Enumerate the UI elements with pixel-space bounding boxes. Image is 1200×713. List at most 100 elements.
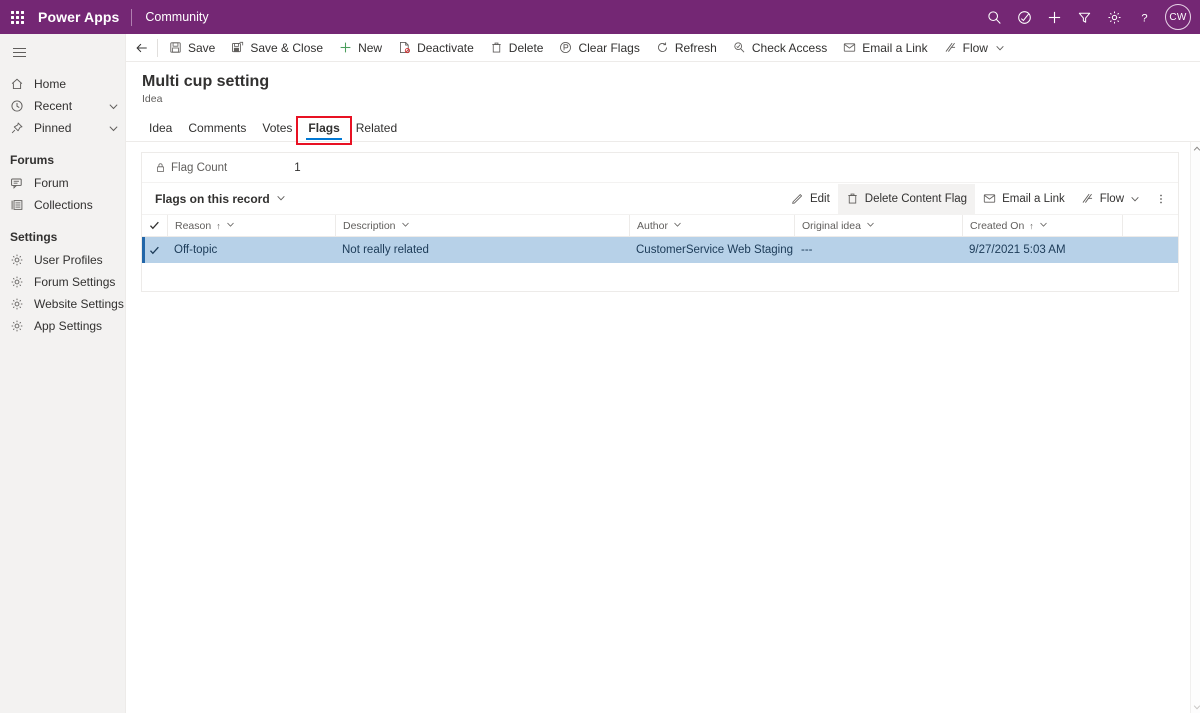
delete-button[interactable]: Delete xyxy=(482,35,552,61)
deactivate-button[interactable]: Deactivate xyxy=(390,35,482,61)
email-link-icon xyxy=(983,192,996,205)
hamburger-menu-icon[interactable] xyxy=(2,36,36,68)
check-access-icon xyxy=(733,41,746,54)
sort-ascending-icon: ↑ xyxy=(216,220,221,231)
sidebar-item-recent[interactable]: Recent xyxy=(0,95,125,117)
gear-icon xyxy=(9,318,25,334)
app-launcher-icon[interactable] xyxy=(0,0,34,34)
email-a-link-button[interactable]: Email a Link xyxy=(835,35,935,61)
column-header-label: Reason xyxy=(175,219,212,232)
sidebar-item-app-settings[interactable]: App Settings xyxy=(0,315,125,337)
vertical-scrollbar[interactable] xyxy=(1190,142,1200,713)
sidebar-group-forums-title: Forums xyxy=(10,153,55,167)
sidebar-item-home[interactable]: Home xyxy=(0,73,125,95)
delete-content-flag-label: Delete Content Flag xyxy=(864,192,968,205)
chevron-down-icon[interactable] xyxy=(995,43,1005,53)
chevron-down-icon[interactable] xyxy=(673,220,682,232)
row-checkbox[interactable] xyxy=(142,245,167,256)
avatar[interactable]: CW xyxy=(1165,4,1191,30)
back-arrow-icon[interactable] xyxy=(128,35,156,61)
chevron-down-icon[interactable] xyxy=(866,220,875,232)
app-title[interactable]: Community xyxy=(145,10,208,24)
grid-email-a-link-button[interactable]: Email a Link xyxy=(975,184,1073,214)
brand-title[interactable]: Power Apps xyxy=(38,9,119,25)
add-icon xyxy=(339,41,352,54)
save-close-icon xyxy=(231,41,244,54)
clear-flags-button[interactable]: Clear Flags xyxy=(551,35,647,61)
new-button[interactable]: New xyxy=(331,35,390,61)
delete-content-flag-button[interactable]: Delete Content Flag xyxy=(837,183,976,214)
chevron-down-icon[interactable] xyxy=(226,220,235,232)
flow-check-icon[interactable] xyxy=(1009,0,1039,34)
lock-icon xyxy=(155,162,166,173)
column-header-description[interactable]: Description xyxy=(335,214,629,237)
grid-flow-button[interactable]: Flow xyxy=(1073,184,1148,214)
scroll-down-icon[interactable] xyxy=(1191,700,1200,713)
trash-icon xyxy=(846,192,859,205)
column-header-created-on[interactable]: Created On ↑ xyxy=(962,214,1122,237)
flow-button-label: Flow xyxy=(962,40,988,55)
add-icon[interactable] xyxy=(1039,0,1069,34)
chevron-down-icon[interactable] xyxy=(1130,194,1140,204)
top-brand-bar: Power Apps Community ? CW xyxy=(0,0,1200,34)
tab-idea[interactable]: Idea xyxy=(141,121,180,141)
column-header-reason[interactable]: Reason ↑ xyxy=(167,214,335,237)
flow-button[interactable]: Flow xyxy=(936,35,1013,61)
sidebar-item-label: Collections xyxy=(34,198,93,212)
table-row[interactable]: Off-topic Not really related CustomerSer… xyxy=(142,237,1178,263)
command-bar: Save Save & Close New Deactivate Delete … xyxy=(126,34,1200,62)
sidebar-item-pinned[interactable]: Pinned xyxy=(0,117,125,139)
chevron-down-icon[interactable] xyxy=(107,123,119,134)
column-header-label: Description xyxy=(343,219,396,232)
gear-icon xyxy=(9,252,25,268)
tab-comments[interactable]: Comments xyxy=(180,121,254,141)
tab-flags[interactable]: Flags xyxy=(296,116,352,145)
grid-edit-label: Edit xyxy=(809,192,830,205)
sidebar-item-forum[interactable]: Forum xyxy=(0,172,125,194)
more-vertical-icon[interactable] xyxy=(1148,184,1174,214)
tab-votes[interactable]: Votes xyxy=(254,121,300,141)
save-button[interactable]: Save xyxy=(161,35,223,61)
sidebar-item-forum-settings[interactable]: Forum Settings xyxy=(0,271,125,293)
flow-icon xyxy=(944,41,957,54)
chevron-down-icon[interactable] xyxy=(1039,220,1048,232)
save-and-close-label: Save & Close xyxy=(250,40,324,55)
brand-bar-actions: ? CW xyxy=(979,0,1196,34)
tab-related[interactable]: Related xyxy=(348,121,405,141)
grid-email-a-link-label: Email a Link xyxy=(1002,192,1065,205)
home-icon xyxy=(9,76,25,92)
chevron-down-icon[interactable] xyxy=(401,220,410,232)
delete-button-label: Delete xyxy=(508,40,544,55)
grid-edit-button[interactable]: Edit xyxy=(783,184,838,214)
deactivate-button-label: Deactivate xyxy=(417,40,474,55)
flow-icon xyxy=(1081,192,1094,205)
filter-icon[interactable] xyxy=(1069,0,1099,34)
help-icon[interactable]: ? xyxy=(1129,0,1159,34)
sidebar-item-label: Forum xyxy=(34,176,69,190)
clock-icon xyxy=(9,98,25,114)
pencil-icon xyxy=(791,192,804,205)
chevron-down-icon[interactable] xyxy=(276,192,286,206)
column-header-label: Created On xyxy=(970,219,1025,232)
refresh-button[interactable]: Refresh xyxy=(648,35,725,61)
cell-reason[interactable]: Off-topic xyxy=(167,244,335,256)
grid-flow-label: Flow xyxy=(1099,192,1124,205)
refresh-icon xyxy=(656,41,669,54)
sidebar-item-label: Pinned xyxy=(34,121,72,135)
scroll-up-icon[interactable] xyxy=(1191,142,1200,155)
sidebar-item-collections[interactable]: Collections xyxy=(0,194,125,216)
cell-author[interactable]: CustomerService Web Staging xyxy=(629,244,794,256)
column-header-author[interactable]: Author xyxy=(629,214,794,237)
search-icon[interactable] xyxy=(979,0,1009,34)
check-access-button[interactable]: Check Access xyxy=(725,35,835,61)
save-and-close-button[interactable]: Save & Close xyxy=(223,35,331,61)
sidebar-item-user-profiles[interactable]: User Profiles xyxy=(0,249,125,271)
sidebar-item-website-settings[interactable]: Website Settings xyxy=(0,293,125,315)
chevron-down-icon[interactable] xyxy=(107,101,119,112)
column-header-original-idea[interactable]: Original idea xyxy=(794,214,962,237)
email-a-link-button-label: Email a Link xyxy=(862,40,928,55)
settings-gear-icon[interactable] xyxy=(1099,0,1129,34)
select-all-checkbox[interactable] xyxy=(142,220,167,231)
subgrid-view-selector[interactable]: Flags on this record xyxy=(155,192,286,206)
cell-description: Not really related xyxy=(342,244,429,256)
